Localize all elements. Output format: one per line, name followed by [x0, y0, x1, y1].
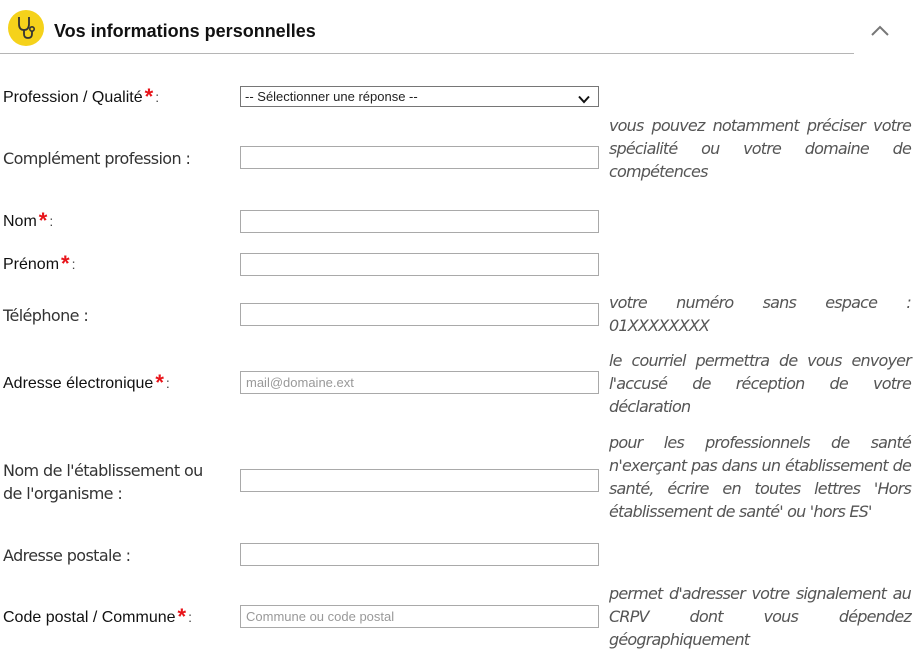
header-divider: [0, 53, 854, 54]
code-postal-help: permet d'adresser votre signalement au C…: [609, 584, 912, 649]
email-input[interactable]: mail@domaine.ext: [240, 371, 599, 394]
profession-select[interactable]: -- Sélectionner une réponse --: [240, 86, 599, 107]
etablissement-help: pour les professionnels de santé n'exerç…: [609, 433, 912, 521]
profession-label: Profession / Qualité*:: [3, 86, 159, 109]
complement-help: vous pouvez notamment préciser votre spé…: [609, 116, 912, 181]
chevron-down-icon: [578, 92, 590, 106]
required-marker: *: [61, 251, 70, 276]
complement-input[interactable]: [240, 146, 599, 169]
colon: :: [49, 213, 54, 229]
required-marker: *: [177, 604, 187, 629]
colon: :: [188, 609, 192, 625]
prenom-label: Prénom*:: [3, 253, 75, 276]
nom-input[interactable]: [240, 210, 599, 233]
nom-label: Nom*:: [3, 210, 53, 233]
code-postal-label: Code postal / Commune*:: [3, 606, 192, 629]
etablissement-label-line1: Nom de l'établissement ou: [3, 461, 203, 480]
telephone-input[interactable]: [240, 303, 599, 326]
chevron-up-icon[interactable]: [870, 24, 890, 42]
code-postal-input[interactable]: Commune ou code postal: [240, 605, 599, 628]
prenom-input[interactable]: [240, 253, 599, 276]
adresse-input[interactable]: [240, 543, 599, 566]
complement-label: Complément profession :: [3, 149, 191, 168]
profession-label-text: Profession / Qualité: [3, 89, 143, 106]
nom-label-text: Nom: [3, 213, 37, 230]
stethoscope-icon: [8, 10, 44, 46]
colon: :: [71, 256, 76, 272]
email-label-text: Adresse électronique: [3, 375, 154, 392]
telephone-label: Téléphone :: [3, 306, 89, 325]
code-postal-label-text: Code postal / Commune: [3, 609, 176, 626]
adresse-label: Adresse postale :: [3, 546, 131, 565]
section-title: Vos informations personnelles: [54, 21, 316, 41]
required-marker: *: [38, 208, 48, 233]
profession-select-value: -- Sélectionner une réponse --: [245, 89, 418, 104]
colon: :: [155, 89, 160, 105]
required-marker: *: [155, 370, 164, 395]
required-marker: *: [144, 84, 154, 109]
telephone-help: votre numéro sans espace : 01XXXXXXXX: [609, 293, 912, 335]
etablissement-input[interactable]: [240, 469, 599, 492]
etablissement-label-line2: de l'organisme :: [3, 484, 123, 503]
email-label: Adresse électronique*:: [3, 372, 170, 395]
section-header[interactable]: Vos informations personnelles: [0, 0, 913, 58]
colon: :: [165, 375, 170, 391]
prenom-label-text: Prénom: [3, 256, 60, 273]
email-help: le courriel permettra de vous envoyer l'…: [609, 351, 912, 416]
